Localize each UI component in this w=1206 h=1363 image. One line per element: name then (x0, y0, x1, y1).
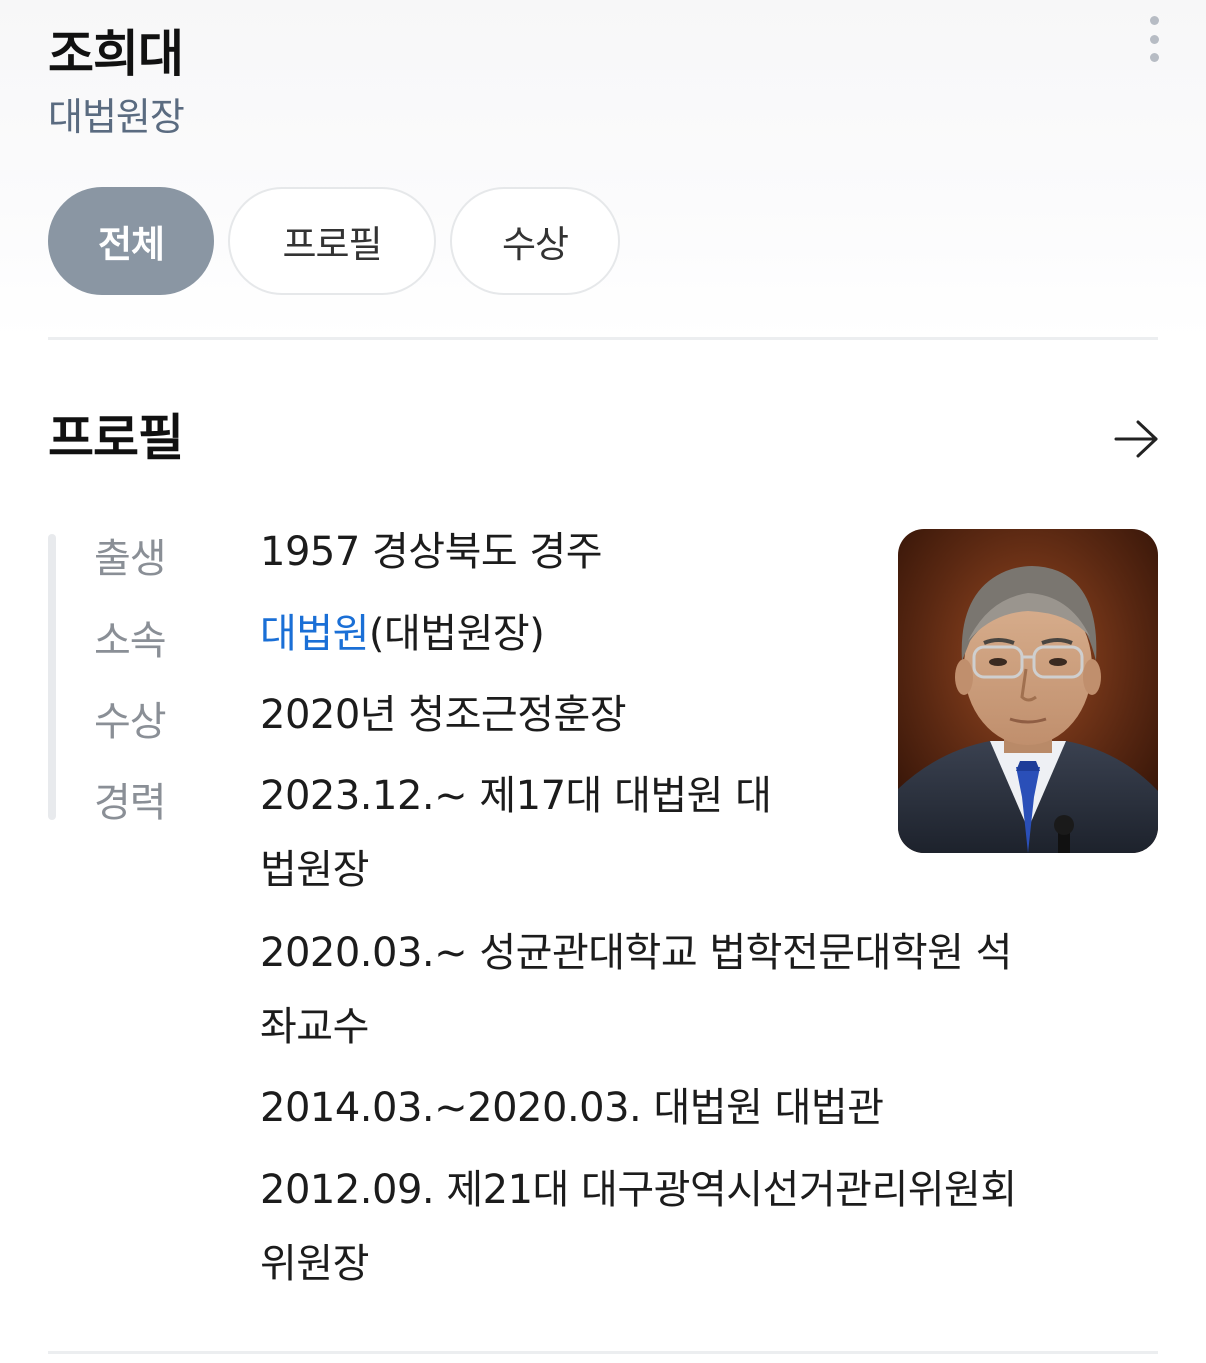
label-affiliation: 소속 (94, 618, 167, 664)
arrow-right-icon[interactable] (1112, 416, 1160, 462)
label-birth: 출생 (94, 536, 167, 582)
value-award: 2020년 청조근정훈장 (260, 692, 627, 738)
divider (48, 337, 1158, 340)
career-item-4-line2: 위원장 (260, 1241, 369, 1287)
section-title-profile[interactable]: 프로필 (48, 398, 184, 470)
tab-all[interactable]: 전체 (48, 187, 214, 295)
career-item-2-line1: 2020.03.~ 성균관대학교 법학전문대학원 석 (260, 930, 1013, 976)
career-item-2-line2: 좌교수 (260, 1004, 369, 1050)
career-item-1-line2: 법원장 (260, 847, 369, 893)
tab-bar: 전체 프로필 수상 (48, 187, 620, 295)
career-item-3-line1: 2014.03.~2020.03. 대법원 대법관 (260, 1085, 884, 1131)
label-award: 수상 (94, 699, 167, 745)
career-item-4-line1: 2012.09. 제21대 대구광역시선거관리위원회 (260, 1167, 1017, 1213)
tab-awards[interactable]: 수상 (450, 187, 620, 295)
value-birth: 1957 경상북도 경주 (260, 529, 603, 575)
label-column-bar (48, 534, 56, 820)
career-item-1-line1: 2023.12.~ 제17대 대법원 대 (260, 773, 772, 819)
person-title: 대법원장 (48, 95, 185, 139)
label-career: 경력 (94, 780, 167, 826)
bottom-divider (48, 1351, 1158, 1354)
value-affiliation: 대법원(대법원장) (260, 593, 545, 675)
person-name: 조희대 (48, 25, 184, 83)
portrait-photo[interactable] (898, 529, 1158, 853)
affiliation-link[interactable]: 대법원 (260, 611, 369, 657)
more-options-icon[interactable] (1140, 16, 1168, 62)
tab-profile[interactable]: 프로필 (228, 187, 436, 295)
affiliation-suffix: (대법원장) (368, 611, 545, 657)
